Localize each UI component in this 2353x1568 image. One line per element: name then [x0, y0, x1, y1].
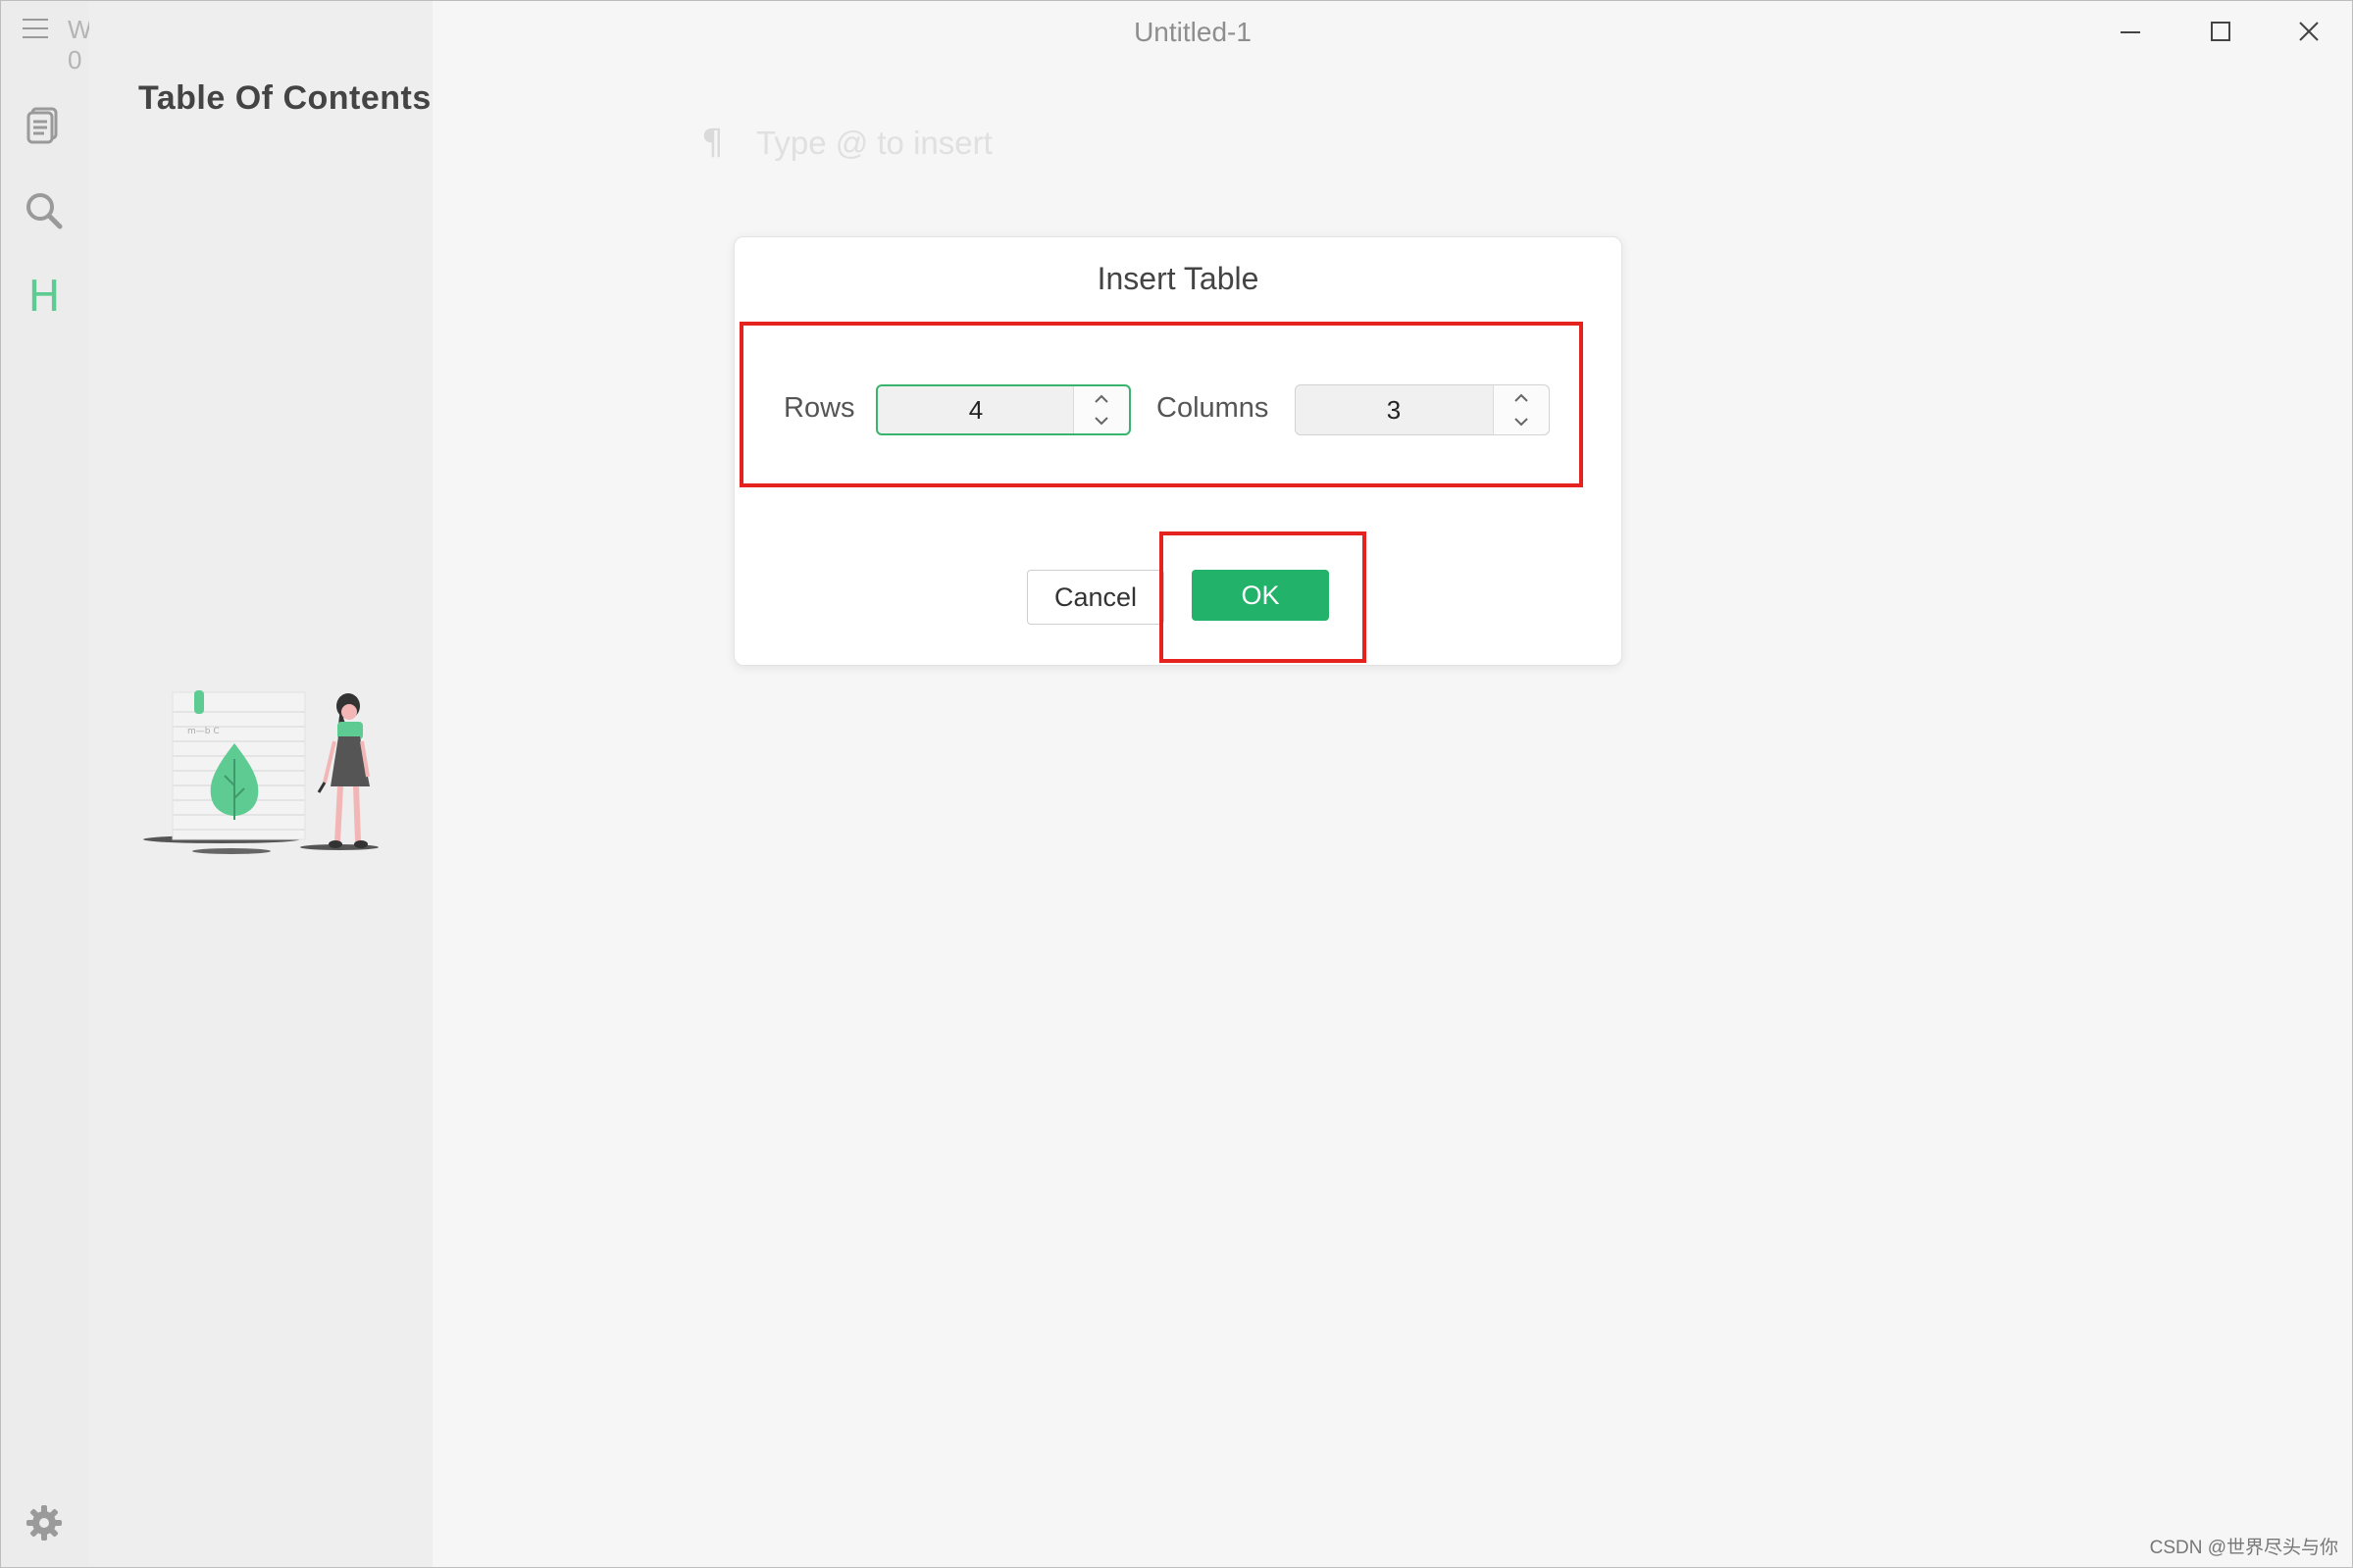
paragraph-icon[interactable]: ¶: [701, 123, 724, 163]
columns-decrement-button[interactable]: [1509, 413, 1533, 430]
maximize-button[interactable]: [2175, 1, 2264, 62]
columns-input[interactable]: [1296, 385, 1492, 434]
word-count: W 0: [68, 15, 92, 75]
cancel-button[interactable]: Cancel: [1027, 570, 1164, 625]
minimize-button[interactable]: [2085, 1, 2174, 62]
chevron-down-icon: [1514, 418, 1528, 427]
insert-table-dialog: Insert Table Rows Columns: [734, 236, 1622, 666]
chevron-up-icon: [1095, 394, 1108, 403]
toc-heading-icon[interactable]: H: [23, 276, 66, 319]
rows-label: Rows: [784, 392, 855, 424]
empty-state-illustration: m—b C: [138, 683, 384, 864]
gear-icon[interactable]: [25, 1503, 64, 1543]
files-icon[interactable]: [23, 103, 66, 146]
close-button[interactable]: [2264, 1, 2352, 62]
search-icon[interactable]: [23, 189, 66, 232]
toc-panel: Table Of Contents m—b C: [89, 1, 433, 1567]
window-title: Untitled-1: [1134, 17, 1252, 47]
chevron-up-icon: [1514, 393, 1528, 402]
rows-stepper[interactable]: [876, 384, 1131, 435]
watermark: CSDN @世界尽头与你: [2149, 1538, 2338, 1558]
app-window: W 0 H Table Of Contents m—b C Untitled-1…: [0, 0, 2353, 1568]
columns-label: Columns: [1156, 392, 1269, 424]
rows-decrement-button[interactable]: [1090, 412, 1113, 430]
rows-input[interactable]: [878, 386, 1074, 433]
columns-increment-button[interactable]: [1509, 389, 1533, 407]
menu-icon[interactable]: [23, 19, 48, 40]
chevron-down-icon: [1095, 417, 1108, 426]
editor-placeholder[interactable]: Type @ to insert: [756, 125, 993, 162]
ok-button[interactable]: OK: [1192, 570, 1329, 621]
illustration-label: m—b C: [187, 727, 220, 736]
toc-panel-title: Table Of Contents: [138, 79, 432, 117]
dialog-title: Insert Table: [1097, 261, 1259, 296]
activity-bar: W 0 H: [1, 1, 92, 1567]
columns-stepper-arrows: [1493, 385, 1549, 434]
rows-increment-button[interactable]: [1090, 390, 1113, 408]
rows-stepper-arrows: [1073, 386, 1129, 433]
close-icon: [2299, 22, 2319, 41]
columns-stepper[interactable]: [1295, 384, 1550, 435]
